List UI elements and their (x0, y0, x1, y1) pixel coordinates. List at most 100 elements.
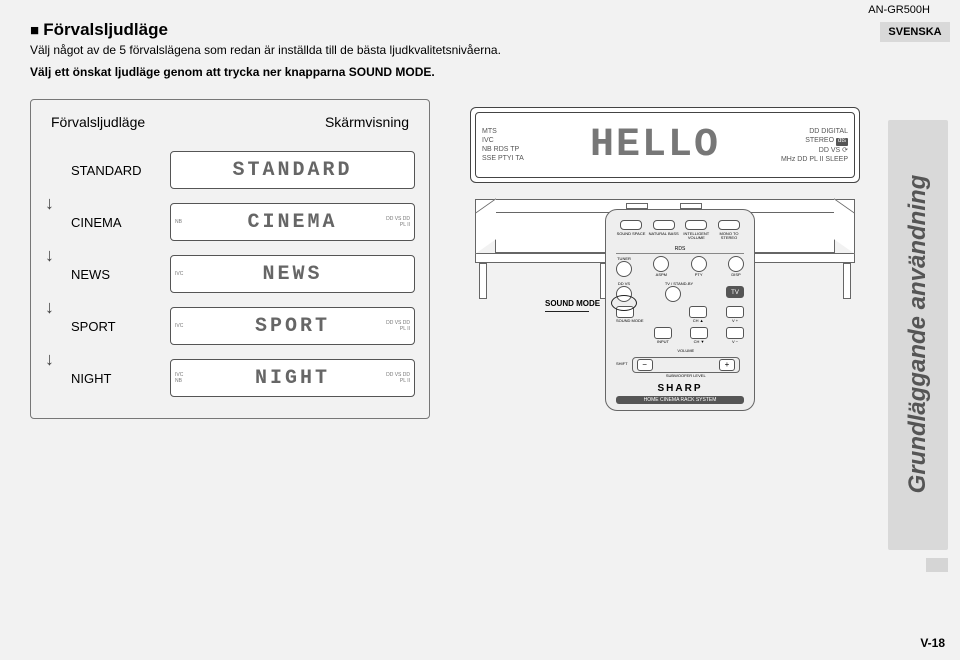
chapter-side-tab-label: Grundläggande användning (904, 164, 932, 504)
sound-mode-callout: SOUND MODE (545, 299, 600, 312)
section-intro: Välj något av de 5 förvalslägena som red… (30, 42, 590, 59)
lcd-tag-right: DD VS DD PL II (380, 216, 410, 228)
mode-label-text: CINEMA (71, 215, 122, 230)
arrow-down-icon: ↓ (45, 193, 54, 214)
remote-wrap: SOUND MODE SOUND SPACE NATURAL BASS INTE… (605, 209, 755, 411)
lcd-ind: DD VS ⟳ (774, 146, 848, 155)
mode-label-text: NEWS (71, 267, 110, 282)
mode-row-news: ↓ NEWS IVC NEWS (45, 248, 415, 300)
remote-btn-label: MONO TO STEREO (714, 232, 744, 240)
page-number: V-18 (920, 636, 945, 650)
mode-row-standard: STANDARD STANDARD (45, 144, 415, 196)
remote-btn-vol-up[interactable]: V + (726, 306, 744, 323)
remote-btn-tv[interactable]: TV (726, 286, 744, 298)
section-instruction: Välj ett önskat ljudläge genom att tryck… (30, 65, 930, 79)
remote-btn-label: DD VS (616, 282, 632, 286)
remote-btn-label: NATURAL BASS (649, 232, 679, 236)
arrow-down-icon: ↓ (45, 349, 54, 370)
rack-leg (479, 263, 487, 299)
chapter-side-tab: Grundläggande användning (888, 120, 948, 550)
lcd-seg: CINEMA (247, 211, 337, 234)
modes-panel: Förvalsljudläge Skärmvisning STANDARD ST… (30, 99, 430, 419)
lcd-mini: IVC SPORT DD VS DD PL II (170, 307, 415, 345)
mode-row-cinema: ↓ CINEMA NB CINEMA DD VS DD PL II (45, 196, 415, 248)
lcd-ind: IVC (482, 136, 536, 145)
remote-btn-label: ASPM (653, 273, 669, 277)
lcd-tag-right: DD VS DD PL II (380, 320, 410, 332)
remote-row-rds: TUNER ASPM PTY DISP (616, 253, 744, 277)
remote-btn-label: DISP (728, 273, 744, 277)
lcd-mini: STANDARD (170, 151, 415, 189)
remote-btn-label: TV (726, 286, 744, 298)
lcd-mini: IVC NB NIGHT DD VS DD PL II (170, 359, 415, 397)
remote-row-4a: SOUND MODE CH ▲ V + (616, 306, 744, 323)
remote-btn-aspm[interactable]: ASPM (653, 256, 669, 277)
arrow-down-icon: ↓ (45, 297, 54, 318)
remote-row-shift: SHIFT VOLUME − + SUBWOOFER LEVEL (616, 348, 744, 378)
remote-btn-ch-up[interactable]: CH ▲ (689, 306, 707, 323)
arrow-down-icon: ↓ (45, 245, 54, 266)
lcd-mini: IVC NEWS (170, 255, 415, 293)
lcd-ind: SSE PTYI TA (482, 154, 536, 163)
modes-col-1: Förvalsljudläge (51, 114, 145, 130)
remote-btn-sound-space[interactable]: SOUND SPACE (616, 220, 646, 240)
mode-row-night: ↓ NIGHT IVC NB NIGHT DD VS DD PL II (45, 352, 415, 404)
lcd-indicators-left: MTS IVC NB RDS TP SSE PTYI TA (476, 123, 536, 167)
remote-btn-intelligent-volume[interactable]: INTELLIGENT VOLUME (681, 220, 711, 240)
lcd-ind: STEREO dts (774, 136, 848, 146)
lcd-ind: NB RDS TP (482, 145, 536, 154)
remote-btn-pty[interactable]: PTY (691, 256, 707, 277)
remote-btn-ch-down[interactable]: CH ▼ (690, 327, 708, 344)
remote-btn-label: CH ▲ (689, 319, 707, 323)
lcd-seg: NEWS (262, 263, 322, 286)
remote-btn-label: V + (726, 319, 744, 323)
dts-icon: dts (836, 138, 848, 146)
mode-label: ↓ CINEMA (45, 215, 160, 230)
remote-vol-plus[interactable]: + (719, 359, 735, 371)
lcd-tag-left: NB (175, 219, 191, 225)
lcd-seg: STANDARD (232, 159, 352, 182)
remote-btn-mono-stereo[interactable]: MONO TO STEREO (714, 220, 744, 240)
language-tab: SVENSKA (880, 22, 950, 42)
lcd-ind: DD DIGITAL (774, 127, 848, 136)
remote-btn-label: INTELLIGENT VOLUME (681, 232, 711, 240)
remote-model-strip: HOME CINEMA RACK SYSTEM (616, 396, 744, 404)
remote-vol-minus[interactable]: − (637, 359, 653, 371)
lcd-indicators-right: DD DIGITAL STEREO dts DD VS ⟳ MHz DD PL … (774, 123, 854, 168)
mode-label-text: NIGHT (71, 371, 111, 386)
remote-btn-standby[interactable]: TV / STAND-BY (665, 281, 693, 302)
main-lcd-outer: MTS IVC NB RDS TP SSE PTYI TA HELLO DD D… (470, 107, 860, 183)
modes-col-2: Skärmvisning (325, 114, 409, 130)
remote-btn-label: INPUT (654, 340, 672, 344)
section-heading: Förvalsljudläge (30, 20, 930, 40)
remote-btn-input[interactable]: INPUT (654, 327, 672, 344)
remote-subwoofer-label: SUBWOOFER LEVEL (632, 374, 740, 378)
main-lcd: MTS IVC NB RDS TP SSE PTYI TA HELLO DD D… (475, 112, 855, 178)
remote-btn-vol-down[interactable]: V − (726, 327, 744, 344)
remote-volume-label: VOLUME (632, 349, 740, 353)
remote-shift-label: SHIFT (616, 361, 628, 366)
remote-brand: SHARP (616, 383, 744, 394)
remote-btn-label: SOUND SPACE (616, 232, 646, 236)
mode-row-sport: ↓ SPORT IVC SPORT DD VS DD PL II (45, 300, 415, 352)
remote-btn-label: PTY (691, 273, 707, 277)
lcd-seg: NIGHT (255, 367, 330, 390)
lcd-ind: MHz DD PL II SLEEP (774, 155, 848, 164)
remote-btn-disp[interactable]: DISP (728, 256, 744, 277)
lcd-tag-right: DD VS DD PL II (380, 372, 410, 384)
remote-volume-rocker[interactable]: − + (632, 357, 740, 373)
remote-btn-tuner[interactable]: TUNER (616, 256, 632, 277)
page-indicator-block (926, 558, 948, 572)
remote-btn-label: CH ▼ (690, 340, 708, 344)
remote-btn-label: V − (726, 340, 744, 344)
remote-btn-label: SOUND MODE (616, 319, 644, 323)
lcd-ind-text: STEREO (805, 137, 834, 144)
lcd-ind: MTS (482, 127, 536, 136)
lcd-main-seg: HELLO (536, 123, 774, 168)
remote-btn-natural-bass[interactable]: NATURAL BASS (649, 220, 679, 240)
mode-label: STANDARD (45, 163, 160, 178)
remote-control: SOUND SPACE NATURAL BASS INTELLIGENT VOL… (605, 209, 755, 411)
mode-label: ↓ NIGHT (45, 371, 160, 386)
remote-btn-label: TUNER (616, 257, 632, 261)
lcd-tag-left: IVC NB (175, 372, 191, 384)
